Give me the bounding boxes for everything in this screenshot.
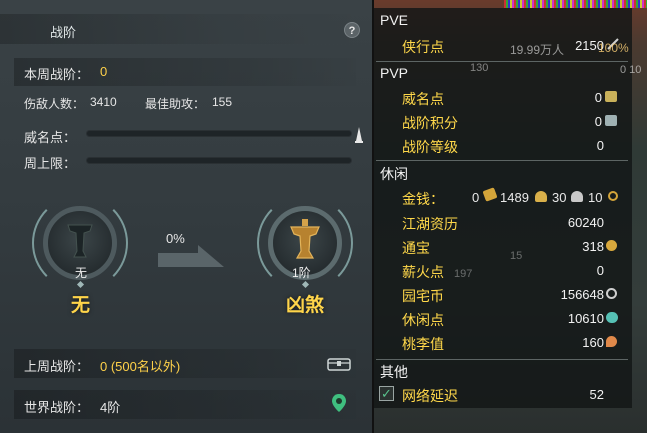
money-value-3: 10 [588,190,603,205]
leisure-value-4: 10610 [567,311,604,326]
leisure-value-5: 160 [582,335,604,350]
leisure-point-icon [606,312,618,323]
leisure-label-3: 园宅币 [402,288,444,304]
leisure-label-5: 桃李值 [402,336,444,352]
leisure-value-2: 0 [596,263,604,278]
divider-pvp [376,160,628,161]
money-value-2: 30 [552,190,567,205]
leisure-label-4: 休闲点 [402,312,444,328]
stats-list: PVE 侠行点 2150 PVP 威名点 0 战阶积分 0 战阶等级 0 休闲 … [374,8,632,408]
hud-overlay-0-10: 0 10 [620,64,642,76]
divider-pve [376,61,628,62]
money-label: 金钱： [402,191,444,207]
hud-color-strip [504,0,647,8]
copper-ingot-icon [571,191,583,202]
section-pvp: PVP [380,65,409,81]
leisure-label-2: 薪火点 [402,264,444,280]
battle-rank-panel: 战阶 ? 本周战阶： 0 伤敌人数： 3410 最佳助攻： 155 威名点： 周… [0,0,372,433]
next-rank-name: 凶煞 [286,295,325,316]
pvp-label-1: 战阶积分 [402,115,458,131]
weekly-rank-label: 本周战阶： [24,67,90,82]
world-rank-value: 4阶 [100,400,121,415]
leisure-value-1: 318 [582,239,604,254]
tongbao-coin-icon [606,240,617,251]
prestige-icon [605,91,617,102]
pvp-label-2: 战阶等级 [402,139,458,155]
next-rank-small: 1阶 [292,266,311,280]
weekly-rank-value: 0 [100,64,108,79]
leisure-value-0: 60240 [567,215,604,230]
weekly-cap-label: 周上限： [24,156,77,171]
gold-ingot-icon [482,187,498,202]
section-pve: PVE [380,12,409,28]
latency-value: 52 [589,387,604,402]
kills-label: 伤敌人数： [24,97,85,111]
pve-label-0: 侠行点 [402,39,444,55]
pvp-value-2: 0 [596,138,604,153]
pvp-label-0: 威名点 [402,91,444,107]
peach-icon [606,336,617,347]
leisure-label-1: 通宝 [402,240,430,256]
world-rank-label: 世界战阶： [24,400,90,415]
leisure-value-3: 156648 [560,287,604,302]
estate-coin-icon [606,288,617,299]
hud-overlay-130: 130 [470,62,489,74]
money-value-1: 1489 [500,190,529,205]
prestige-label: 威名点： [24,130,77,145]
section-leisure: 休闲 [380,166,408,182]
weekly-cap-bar [86,157,352,164]
hud-overlay-15: 15 [510,250,523,262]
best-assist-value: 155 [212,95,233,109]
progress-percent: 0% [166,231,185,246]
last-rank-label: 上周战阶： [24,359,90,374]
latency-checkbox[interactable]: ✓ [379,386,394,401]
section-other: 其他 [380,364,408,380]
hud-overlay-197: 197 [454,268,473,280]
leisure-label-0: 江湖资历 [402,216,458,232]
coin-icon [608,191,618,201]
map-pin-icon[interactable] [331,393,347,413]
kills-value: 3410 [90,95,117,109]
hud-overlay-percent: 100% [598,41,629,55]
pvp-value-1: 0 [594,114,602,129]
pvp-value-0: 0 [594,90,602,105]
help-icon[interactable]: ? [344,22,360,38]
treasure-chest-icon[interactable] [327,355,351,371]
currency-panel: PVE 侠行点 2150 PVP 威名点 0 战阶积分 0 战阶等级 0 休闲 … [374,0,647,433]
best-assist-label: 最佳助攻： [145,97,206,111]
last-rank-value: 0 (500名以外) [100,359,181,374]
panel-title: 战阶 [50,25,77,40]
hud-overlay-number: 19.99万人 [510,43,565,57]
divider-leisure [376,359,628,360]
rank-points-icon [605,115,617,126]
bar-marker-icon [355,127,363,143]
prestige-bar [86,130,352,137]
money-value-0: 0 [472,190,480,205]
progress-arrow-icon [158,245,224,267]
latency-label: 网络延迟 [402,388,458,404]
current-rank-small: 无 [75,266,88,280]
current-rank-name: 无 [71,295,91,316]
silver-ingot-icon [535,191,547,202]
